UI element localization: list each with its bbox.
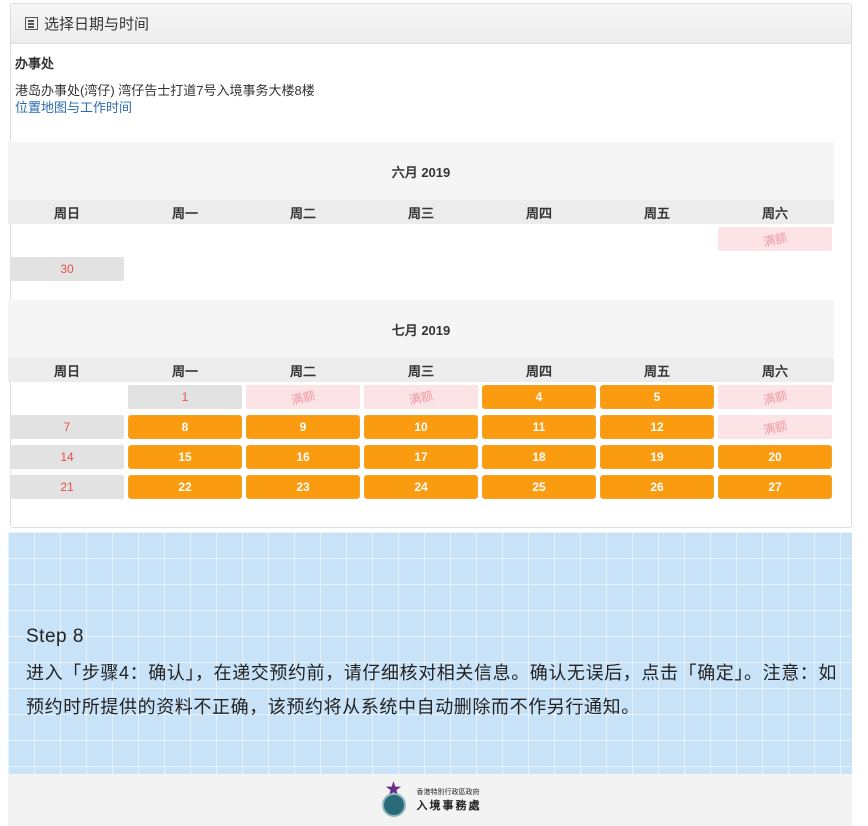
office-label: 办事处 [15,56,55,71]
calendar-week-row: 14 15 16 17 18 19 20 [8,442,834,472]
step-instruction-box: Step 8 进入「步骤4：确认」，在递交预约前，请仔细核对相关信息。确认无误后… [8,532,852,774]
date-available-button[interactable]: 25 [482,475,596,499]
weekday-header: 周日 周一 周二 周三 周四 周五 周六 [8,358,834,382]
date-available-button[interactable]: 23 [246,475,360,499]
date-full-cell: 满额 [364,385,478,409]
date-empty-cell [246,227,360,251]
calendar-july: 七月 2019 周日 周一 周二 周三 周四 周五 周六 1 满额 满额 4 5 满额 7 8 9 10 11 12 满… [8,300,834,502]
step-text: 进入「步骤4：确认」，在递交预约前，请仔细核对相关信息。确认无误后，点击「确定」… [26,663,838,717]
footer-org-line: 香港特別行政區政府 [416,789,480,796]
date-full-cell: 满额 [718,385,832,409]
office-info: 办事处 港岛办事处(湾仔) 湾仔告士打道7号入境事务大楼8楼 位置地图与工作时间 [15,55,315,116]
date-empty-cell [246,257,360,281]
date-unavailable-cell: 30 [10,257,124,281]
calendar-june: 六月 2019 周日 周一 周二 周三 周四 周五 周六满额 30 [8,142,834,284]
date-empty-cell [10,227,124,251]
date-available-button[interactable]: 10 [364,415,478,439]
date-empty-cell [600,257,714,281]
date-unavailable-cell: 7 [10,415,124,439]
footer-dept-name: 入境事務處 [416,800,482,812]
date-available-button[interactable]: 4 [482,385,596,409]
date-available-button[interactable]: 27 [718,475,832,499]
date-available-button[interactable]: 5 [600,385,714,409]
date-available-button[interactable]: 20 [718,445,832,469]
date-available-button[interactable]: 22 [128,475,242,499]
date-full-cell: 满额 [246,385,360,409]
weekday-label: 周四 [525,205,552,221]
date-available-button[interactable]: 16 [246,445,360,469]
weekday-label: 周五 [643,205,670,221]
weekday-label: 周二 [289,205,316,221]
weekday-label: 周五 [643,363,670,379]
date-available-button[interactable]: 15 [128,445,242,469]
date-available-button[interactable]: 17 [364,445,478,469]
date-empty-cell [128,227,242,251]
calendar-week-row: 30 [8,254,834,284]
calendar-week-row: 21 22 23 24 25 26 27 [8,472,834,502]
weekday-label: 周二 [289,363,316,379]
date-available-button[interactable]: 12 [600,415,714,439]
weekday-label: 周一 [171,205,198,221]
date-empty-cell [482,227,596,251]
footer: 香港特別行政區政府 入境事務處 [8,774,852,826]
date-available-button[interactable]: 8 [128,415,242,439]
month-title: 六月 2019 [8,142,834,200]
date-available-button[interactable]: 9 [246,415,360,439]
month-title: 七月 2019 [8,300,834,358]
weekday-label: 周三 [407,205,434,221]
date-available-button[interactable]: 24 [364,475,478,499]
date-available-button[interactable]: 19 [600,445,714,469]
date-empty-cell [718,257,832,281]
weekday-label: 周一 [171,363,198,379]
date-unavailable-cell: 21 [10,475,124,499]
calendar-week-row: 7 8 9 10 11 12 满额 [8,412,834,442]
office-address: 港岛办事处(湾仔) 湾仔告士打道7号入境事务大楼8楼 [15,83,315,98]
weekday-label: 周日 [53,363,80,379]
weekday-label: 周日 [53,205,80,221]
date-full-cell: 满额 [718,227,832,251]
weekday-label: 周三 [407,363,434,379]
location-map-link[interactable]: 位置地图与工作时间 [15,99,315,116]
panel-header: 选择日期与时间 [11,4,851,44]
date-empty-cell [600,227,714,251]
weekday-label: 周六 [761,205,788,221]
date-unavailable-cell: 14 [10,445,124,469]
date-available-button[interactable]: 11 [482,415,596,439]
calendar-list-icon [25,17,38,30]
date-available-button[interactable]: 18 [482,445,596,469]
date-empty-cell [364,227,478,251]
date-empty-cell [10,385,124,409]
step-title: Step 8 [26,626,84,647]
panel-title: 选择日期与时间 [44,16,150,33]
weekday-header: 周日 周一 周二 周三 周四 周五 周六 [8,200,834,224]
immigration-department-emblem-icon [379,781,409,819]
date-empty-cell [128,257,242,281]
date-unavailable-cell: 1 [128,385,242,409]
date-empty-cell [482,257,596,281]
calendar-week-row: 1 满额 满额 4 5 满额 [8,382,834,412]
weekday-label: 周四 [525,363,552,379]
date-available-button[interactable]: 26 [600,475,714,499]
date-full-cell: 满额 [718,415,832,439]
weekday-label: 周六 [761,363,788,379]
date-empty-cell [364,257,478,281]
calendar-week-row: 满额 [8,224,834,254]
